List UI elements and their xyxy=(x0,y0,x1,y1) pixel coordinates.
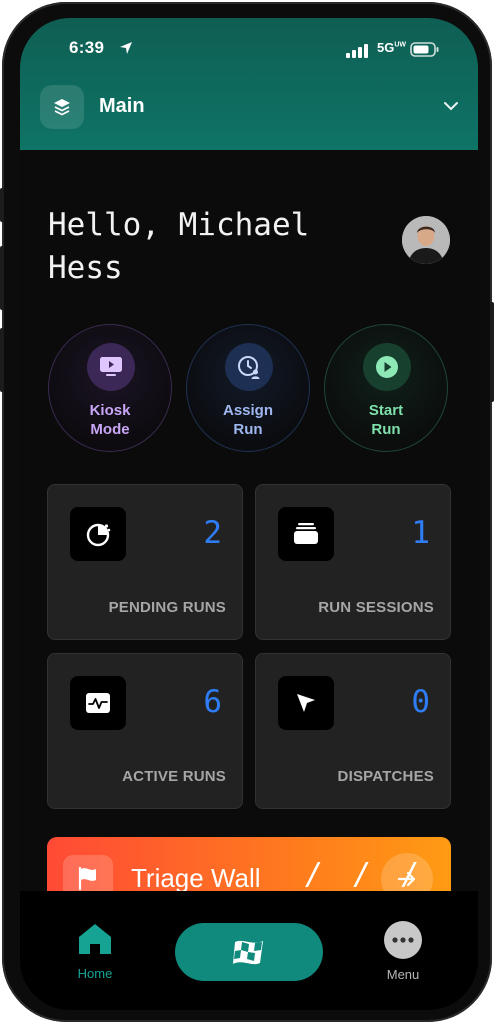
checkered-flag-icon xyxy=(233,940,263,965)
status-time: 6:39 xyxy=(69,38,105,57)
chevron-down-icon[interactable] xyxy=(442,99,460,113)
volume-up-button xyxy=(0,246,4,310)
stack-icon xyxy=(278,507,334,561)
pointer-arrow-icon xyxy=(278,676,334,730)
start-run-label: Start Run xyxy=(368,402,404,438)
location-arrow-icon xyxy=(120,42,132,54)
greeting-text: Hello, Michael Hess xyxy=(48,207,310,286)
signal-icon xyxy=(346,44,368,58)
volume-down-button xyxy=(0,328,4,392)
stat-count: 6 xyxy=(203,684,222,720)
network-indicator: 5GUW xyxy=(377,40,407,55)
more-icon xyxy=(384,921,422,959)
stat-label: RUN SESSIONS xyxy=(318,599,434,616)
tab-menu-label: Menu xyxy=(386,967,420,982)
home-icon xyxy=(79,924,111,954)
workspace-selector[interactable]: Main xyxy=(40,85,460,129)
stat-label: ACTIVE RUNS xyxy=(122,768,226,785)
run-sessions-card[interactable]: 1 RUN SESSIONS xyxy=(255,484,451,640)
pending-runs-card[interactable]: 2 PENDING RUNS xyxy=(47,484,243,640)
app-screen: 6:39 5GUW Main Hello, Michael Hess Kiosk… xyxy=(20,18,478,1010)
power-button xyxy=(490,302,494,402)
stat-label: DISPATCHES xyxy=(337,768,434,785)
stat-label: PENDING RUNS xyxy=(108,599,226,616)
center-action-button[interactable] xyxy=(175,923,323,981)
timer-icon xyxy=(70,507,126,561)
phone-frame: 6:39 5GUW Main Hello, Michael Hess Kiosk… xyxy=(0,2,494,1022)
stat-count: 1 xyxy=(411,515,430,551)
active-runs-card[interactable]: 6 ACTIVE RUNS xyxy=(47,653,243,809)
activity-icon xyxy=(70,676,126,730)
kiosk-mode-button[interactable]: Kiosk Mode xyxy=(48,324,172,452)
side-button xyxy=(0,188,4,222)
banner-title: Triage Wall xyxy=(131,863,261,893)
tab-home[interactable]: Home xyxy=(70,921,120,981)
app-header: 6:39 5GUW Main xyxy=(20,18,478,150)
play-circle-icon xyxy=(363,343,411,391)
battery-icon xyxy=(410,42,439,57)
status-bar: 6:39 5GUW xyxy=(20,36,478,66)
monitor-play-icon xyxy=(87,343,135,391)
kiosk-mode-label: Kiosk Mode xyxy=(89,402,131,438)
dispatches-card[interactable]: 0 DISPATCHES xyxy=(255,653,451,809)
assign-run-label: Assign Run xyxy=(222,402,273,438)
layers-icon xyxy=(40,85,84,129)
workspace-name: Main xyxy=(99,95,145,117)
avatar[interactable] xyxy=(402,216,450,264)
clock-user-icon xyxy=(225,343,273,391)
stat-count: 2 xyxy=(203,515,222,551)
assign-run-button[interactable]: Assign Run xyxy=(186,324,310,452)
start-run-button[interactable]: Start Run xyxy=(324,324,448,452)
tab-bar: Home Menu xyxy=(20,891,478,1010)
stat-count: 0 xyxy=(411,684,430,720)
tab-home-label: Home xyxy=(77,966,113,981)
tab-menu[interactable]: Menu xyxy=(378,921,428,982)
